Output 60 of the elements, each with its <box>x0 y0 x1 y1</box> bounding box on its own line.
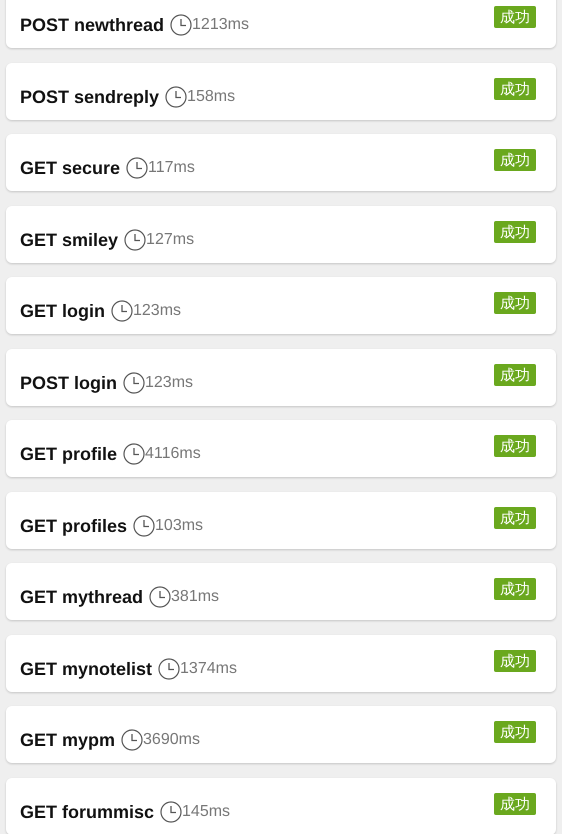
duration-text: 3690ms <box>143 731 200 749</box>
status-badge: 成功 <box>494 506 536 528</box>
clock-icon <box>170 14 192 36</box>
status-badge: 成功 <box>494 364 536 386</box>
request-card[interactable]: GET login 123ms 成功 <box>6 277 556 334</box>
request-card[interactable]: GET mypm 3690ms 成功 <box>6 706 556 763</box>
duration-text: 127ms <box>146 230 194 248</box>
status-badge: 成功 <box>494 292 536 314</box>
request-card[interactable]: POST login 123ms 成功 <box>6 348 556 406</box>
request-card[interactable]: GET mythread 381ms 成功 <box>6 563 556 620</box>
duration-text: 158ms <box>187 88 236 106</box>
clock-icon <box>123 372 145 394</box>
request-title: GET profile <box>20 443 118 465</box>
status-badge: 成功 <box>494 220 536 242</box>
request-card[interactable]: GET profiles 103ms 成功 <box>6 492 556 548</box>
request-card[interactable]: POST sendreply 158ms 成功 <box>6 62 556 120</box>
status-badge: 成功 <box>494 435 536 457</box>
duration-text: 123ms <box>133 302 182 320</box>
status-badge: 成功 <box>494 6 536 28</box>
request-card[interactable]: GET smiley 127ms 成功 <box>6 206 556 262</box>
clock-icon <box>121 729 144 751</box>
request-card[interactable]: GET secure 117ms 成功 <box>6 134 556 191</box>
request-title: GET profiles <box>20 514 128 536</box>
request-title: GET mypm <box>20 729 116 751</box>
request-title: GET smiley <box>20 228 118 250</box>
request-title: GET login <box>20 300 105 322</box>
duration-text: 1213ms <box>192 16 249 34</box>
duration-text: 117ms <box>148 159 195 177</box>
duration-text: 123ms <box>145 374 194 392</box>
clock-icon <box>149 586 172 608</box>
duration-text: 381ms <box>171 588 220 606</box>
status-badge: 成功 <box>494 78 536 100</box>
clock-icon <box>158 658 180 680</box>
request-title: POST sendreply <box>20 86 160 108</box>
status-badge: 成功 <box>494 650 536 672</box>
request-title: GET mynotelist <box>20 658 152 680</box>
status-badge: 成功 <box>494 721 536 743</box>
clock-icon <box>160 800 182 822</box>
request-title: POST newthread <box>20 14 164 36</box>
duration-text: 1374ms <box>180 660 237 678</box>
request-card[interactable]: GET profile 4116ms 成功 <box>6 420 556 477</box>
clock-icon <box>124 228 146 250</box>
request-card[interactable]: GET mynotelist 1374ms 成功 <box>6 634 556 692</box>
duration-text: 4116ms <box>145 445 201 463</box>
request-card[interactable]: POST newthread 1213ms 成功 <box>6 0 556 48</box>
clock-icon <box>123 443 146 465</box>
duration-text: 145ms <box>182 802 230 820</box>
request-title: GET mythread <box>20 586 144 608</box>
status-badge: 成功 <box>494 149 536 171</box>
request-title: GET secure <box>20 157 120 179</box>
clock-icon <box>111 300 133 322</box>
status-badge: 成功 <box>494 792 536 814</box>
request-title: GET forummisc <box>20 800 154 822</box>
duration-text: 103ms <box>155 516 204 534</box>
request-title: POST login <box>20 372 117 394</box>
clock-icon <box>133 514 156 536</box>
clock-icon <box>165 86 188 108</box>
request-card[interactable]: GET forummisc 145ms 成功 <box>6 778 556 834</box>
status-badge: 成功 <box>494 578 536 600</box>
clock-icon <box>126 157 148 179</box>
